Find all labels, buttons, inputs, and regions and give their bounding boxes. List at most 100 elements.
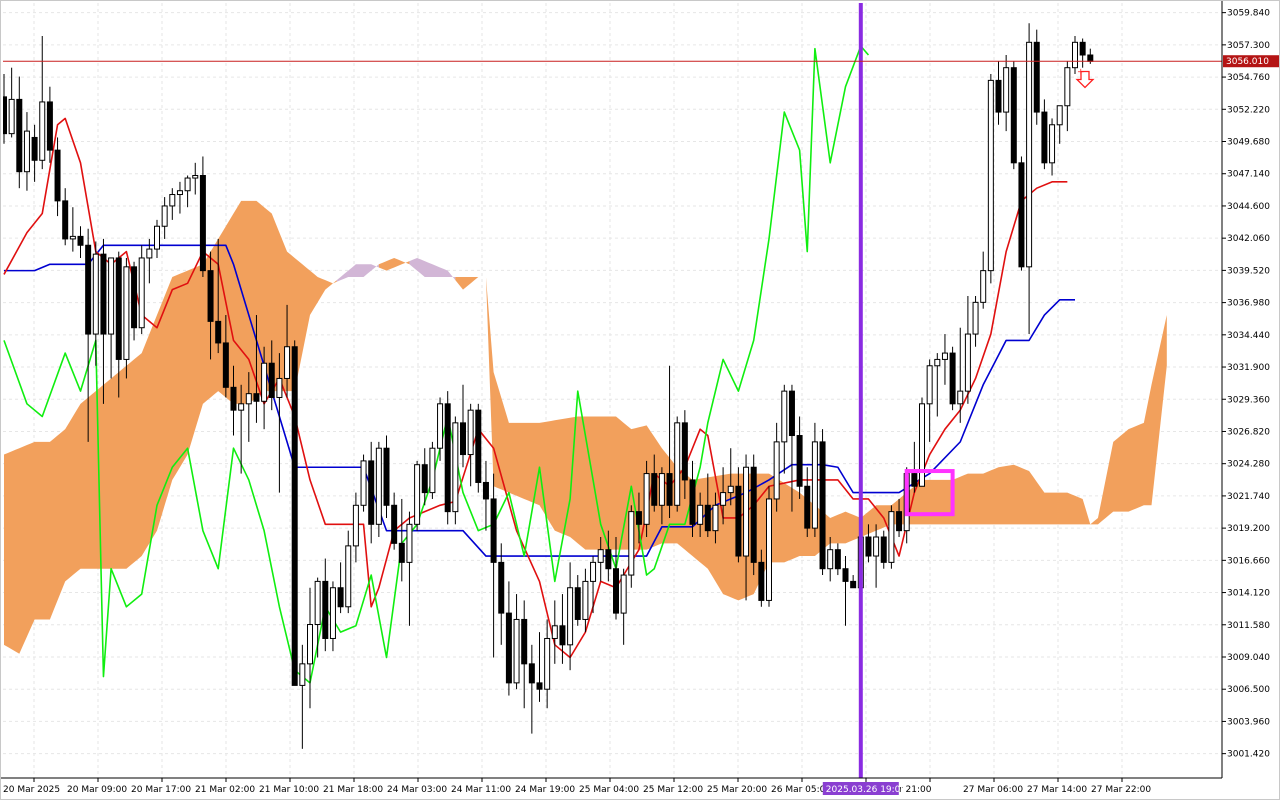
- candle-body-bear: [115, 257, 122, 360]
- candle-body-bear: [291, 346, 298, 686]
- candle[interactable]: [628, 505, 635, 588]
- candle-body-bear: [819, 441, 826, 570]
- candle-body-bear: [635, 511, 642, 525]
- candle-body-bull: [352, 504, 359, 547]
- candle-body-bear: [559, 625, 566, 646]
- candle-body-bear: [482, 481, 489, 500]
- candle-body-bull: [192, 175, 199, 179]
- chart-svg[interactable]: + 3059.840 3057.300 3054.760 3052.220 3049.6…: [0, 0, 1280, 800]
- y-tick-label: 3031.900: [1227, 363, 1270, 373]
- candle[interactable]: [766, 486, 772, 607]
- candle-body-bear: [498, 561, 505, 614]
- candle-body-bear: [911, 473, 918, 487]
- candle-body-bear: [1041, 111, 1048, 164]
- candle-body-bull: [23, 130, 30, 173]
- candle-body-bear: [1087, 54, 1094, 62]
- candle[interactable]: [375, 441, 382, 538]
- candle-body-bull: [245, 393, 252, 405]
- y-tick-label: 3019.200: [1227, 524, 1270, 534]
- y-tick-label: 3042.060: [1227, 234, 1270, 244]
- candle[interactable]: [1033, 29, 1040, 125]
- candle-body-bull: [69, 235, 76, 240]
- candle-body-bull: [811, 441, 818, 529]
- y-tick-label: 3039.520: [1227, 266, 1270, 276]
- y-tick-label: 3024.280: [1227, 460, 1270, 470]
- x-tick-label: 21 Mar 18:00: [323, 785, 383, 795]
- candle[interactable]: [819, 429, 826, 576]
- candle-body-bull: [414, 464, 421, 525]
- candle[interactable]: [750, 454, 757, 576]
- candle-body-bear: [398, 542, 405, 563]
- x-tick-label: 25 Mar 04:00: [579, 785, 639, 795]
- candle[interactable]: [360, 454, 367, 512]
- y-tick-label: 3049.680: [1227, 138, 1270, 148]
- candle-body-bear: [574, 587, 581, 620]
- candle[interactable]: [138, 245, 145, 335]
- candle-body-bull: [429, 447, 436, 494]
- candle-body-bear: [689, 479, 696, 525]
- candle-body-bull: [1056, 105, 1063, 126]
- candle[interactable]: [674, 416, 681, 512]
- candle-body-bear: [460, 422, 466, 456]
- candle-body-bear: [222, 342, 229, 388]
- candle-body-bear: [666, 473, 673, 506]
- candle-body-bear: [444, 403, 451, 513]
- x-tick-label: 27 Mar 06:00: [963, 785, 1023, 795]
- candle-body-bull: [284, 346, 291, 379]
- candle-body-bear: [421, 464, 428, 494]
- candle-body-bull: [964, 333, 971, 392]
- candle[interactable]: [949, 346, 956, 411]
- y-tick-label: 3016.660: [1227, 556, 1270, 566]
- candle-body-bull: [781, 390, 788, 443]
- candle-body-bear: [490, 498, 497, 563]
- candle[interactable]: [291, 340, 298, 686]
- candle-body-bear: [613, 568, 619, 614]
- candle-body-bear: [704, 504, 711, 532]
- candle-body-bull: [590, 561, 597, 582]
- candle-body-bull: [329, 587, 336, 639]
- candle-body-bear: [207, 270, 214, 322]
- candle-body-bull: [873, 536, 880, 557]
- candle-body-bear: [788, 390, 795, 437]
- candle[interactable]: [987, 74, 994, 284]
- y-tick-label: 3001.420: [1227, 750, 1270, 760]
- candle[interactable]: [888, 505, 895, 569]
- candle[interactable]: [475, 403, 482, 493]
- ichimoku-chart[interactable]: + 3059.840 3057.300 3054.760 3052.220 3049.6…: [0, 0, 1280, 800]
- candle-body-bull: [299, 663, 306, 686]
- candle-body-bull: [919, 403, 925, 487]
- candle-body-bull: [1003, 67, 1010, 113]
- candle-body-bear: [850, 580, 857, 589]
- candle-body-bull: [674, 422, 681, 506]
- candle[interactable]: [383, 435, 390, 518]
- candle-body-bull: [567, 587, 574, 646]
- candle-body-bull: [307, 624, 313, 665]
- candle[interactable]: [452, 416, 459, 525]
- candle[interactable]: [414, 460, 421, 531]
- candle-body-bull: [643, 473, 650, 525]
- current-price-label: 3056.010: [1226, 57, 1269, 67]
- candle-body-bull: [1049, 124, 1056, 164]
- candle[interactable]: [1010, 61, 1017, 170]
- x-tick-label: 21 Mar 02:00: [195, 785, 255, 795]
- candle-body-bull: [1064, 67, 1071, 107]
- candle-body-bull: [827, 549, 834, 570]
- candle[interactable]: [1018, 156, 1025, 271]
- y-tick-label: 3054.760: [1227, 73, 1270, 83]
- candle-body-bull: [146, 248, 153, 259]
- y-tick-label: 3021.740: [1227, 492, 1270, 502]
- candle-body-bear: [199, 175, 206, 272]
- candle[interactable]: [429, 441, 436, 499]
- candle-body-bull: [620, 574, 627, 614]
- candle-body-bull: [467, 409, 474, 456]
- candle-body-bull: [154, 225, 160, 250]
- candle-body-bull: [176, 190, 183, 196]
- x-tick-label: 20 Mar 17:00: [131, 785, 191, 795]
- candle-body-bear: [735, 485, 742, 557]
- candle-body-bear: [77, 235, 84, 246]
- candle-body-bear: [54, 149, 61, 202]
- candle-body-bull: [360, 460, 367, 506]
- x-tick-label: 24 Mar 19:00: [515, 785, 575, 795]
- x-tick-label: 25 Mar 20:00: [707, 785, 767, 795]
- candle[interactable]: [444, 391, 451, 525]
